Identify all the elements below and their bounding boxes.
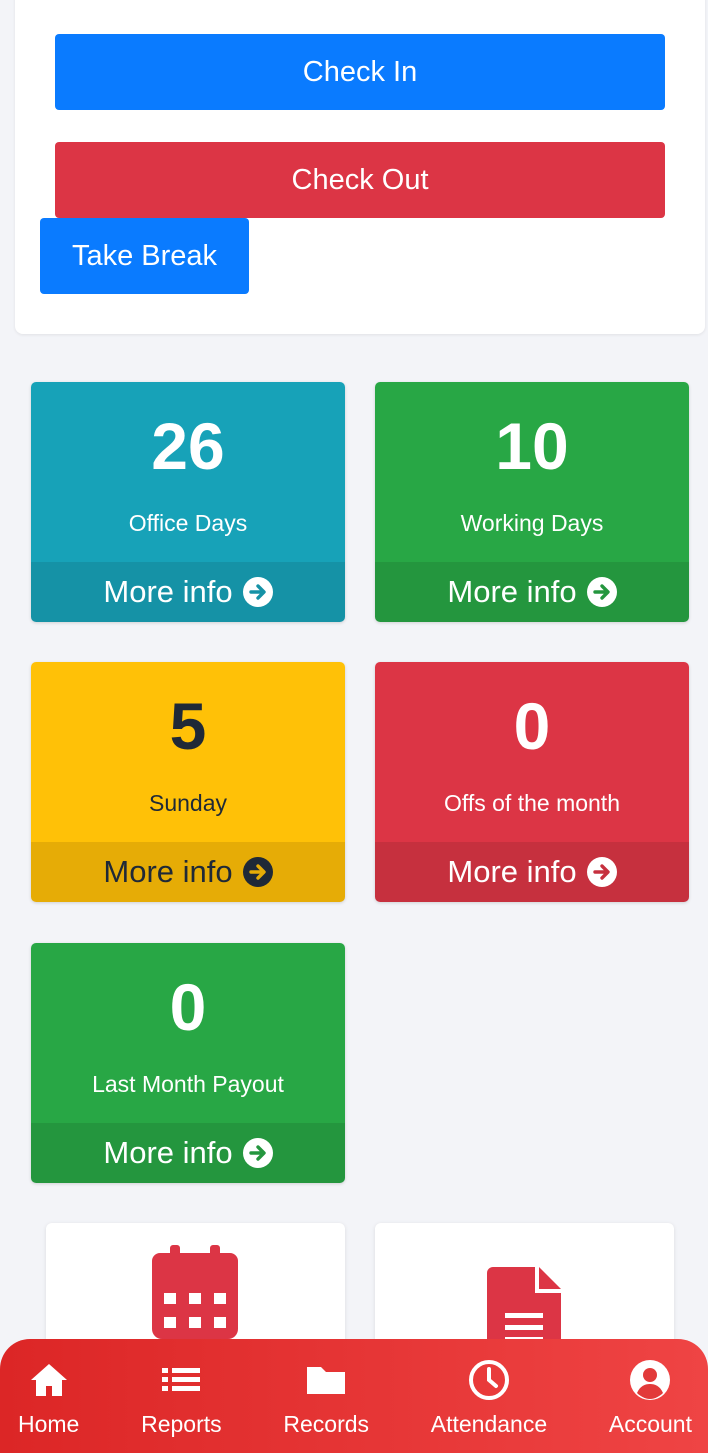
- stat-value: 0: [169, 970, 207, 1044]
- stat-sunday: 5 Sunday More info: [31, 662, 345, 902]
- nav-attendance[interactable]: Attendance: [431, 1339, 547, 1453]
- more-info-link[interactable]: More info: [375, 842, 689, 902]
- stat-working-days: 10 Working Days More info: [375, 382, 689, 622]
- arrow-circle-right-icon: [586, 577, 617, 607]
- stat-offs-of-month: 0 Offs of the month More info: [375, 662, 689, 902]
- more-info-link[interactable]: More info: [375, 562, 689, 622]
- stat-value: 10: [495, 409, 569, 483]
- more-info-label: More info: [103, 574, 233, 609]
- more-info-label: More info: [447, 574, 577, 609]
- stat-value: 26: [151, 409, 225, 483]
- more-info-link[interactable]: More info: [31, 562, 345, 622]
- folder-icon: [307, 1367, 346, 1394]
- list-icon: [162, 1368, 201, 1391]
- stat-body: 26 Office Days: [31, 382, 345, 562]
- nav-label: Home: [18, 1411, 80, 1437]
- stat-body: 10 Working Days: [375, 382, 689, 562]
- stat-label: Office Days: [128, 510, 248, 536]
- stat-value: 0: [513, 689, 551, 763]
- stat-value: 5: [169, 689, 207, 763]
- nav-records[interactable]: Records: [283, 1339, 369, 1453]
- nav-account[interactable]: Account: [609, 1339, 692, 1453]
- stat-office-days: 26 Office Days More info: [31, 382, 345, 622]
- nav-label: Reports: [141, 1411, 222, 1437]
- take-break-button[interactable]: Take Break: [40, 218, 249, 294]
- stat-label: Sunday: [148, 790, 227, 816]
- bottom-navigation: Home Reports Records Attendance Account: [0, 1339, 708, 1453]
- nav-label: Attendance: [430, 1411, 548, 1437]
- arrow-circle-right-icon: [242, 577, 273, 607]
- arrow-circle-right-icon: [586, 857, 617, 887]
- stat-body: 5 Sunday: [31, 662, 345, 842]
- arrow-circle-right-icon: [242, 1138, 273, 1168]
- calendar-icon: [152, 1245, 238, 1339]
- stat-label: Offs of the month: [443, 790, 620, 816]
- arrow-circle-right-icon: [242, 857, 273, 887]
- nav-label: Records: [283, 1411, 370, 1437]
- user-circle-icon: [630, 1360, 671, 1400]
- more-info-link[interactable]: More info: [31, 1123, 345, 1183]
- stat-last-month-payout: 0 Last Month Payout More info: [31, 943, 345, 1183]
- home-icon: [30, 1364, 67, 1396]
- more-info-label: More info: [447, 854, 577, 889]
- more-info-label: More info: [103, 1135, 233, 1170]
- clock-icon: [468, 1360, 509, 1400]
- check-in-button[interactable]: Check In: [55, 34, 665, 110]
- more-info-label: More info: [103, 854, 233, 889]
- nav-reports[interactable]: Reports: [141, 1339, 222, 1453]
- stat-body: 0 Offs of the month: [375, 662, 689, 842]
- more-info-link[interactable]: More info: [31, 842, 345, 902]
- attendance-actions-card: Check In Check Out Take Break: [15, 0, 705, 334]
- stat-label: Last Month Payout: [92, 1071, 284, 1097]
- nav-home[interactable]: Home: [18, 1339, 79, 1453]
- stat-body: 0 Last Month Payout: [31, 943, 345, 1123]
- check-out-button[interactable]: Check Out: [55, 142, 665, 218]
- nav-label: Account: [608, 1411, 692, 1437]
- stat-label: Working Days: [460, 510, 604, 536]
